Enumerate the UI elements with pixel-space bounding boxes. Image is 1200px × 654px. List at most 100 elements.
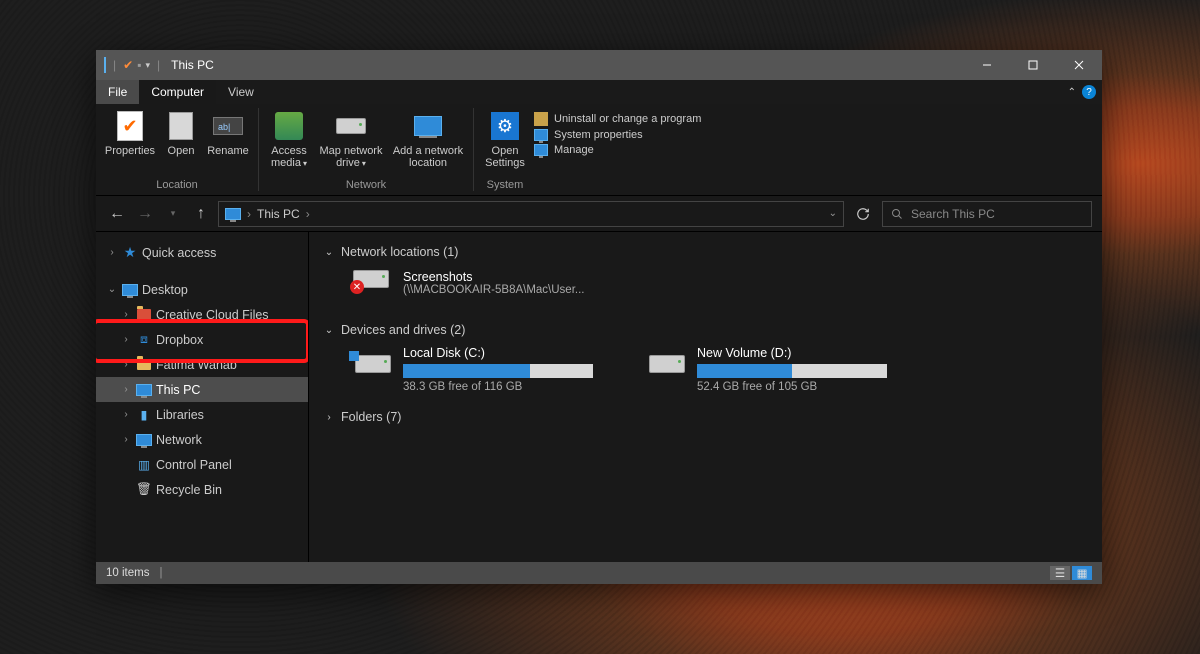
open-label: Open bbox=[168, 145, 195, 157]
properties-button[interactable]: ✔ Properties bbox=[102, 108, 158, 157]
chevron-right-icon[interactable]: › bbox=[120, 409, 132, 421]
chevron-right-icon[interactable]: › bbox=[120, 434, 132, 446]
folder-icon bbox=[136, 307, 152, 323]
refresh-button[interactable] bbox=[850, 201, 876, 227]
chevron-right-icon[interactable]: › bbox=[106, 247, 118, 259]
dropbox-icon: ⧈ bbox=[136, 332, 152, 348]
network-icon bbox=[136, 432, 152, 448]
recent-locations-button[interactable]: ▾ bbox=[162, 203, 184, 225]
chevron-right-icon[interactable]: › bbox=[120, 359, 132, 371]
map-network-drive-button[interactable]: Map network drive▾ bbox=[315, 108, 387, 170]
tab-view[interactable]: View bbox=[216, 80, 266, 104]
drive-usage-bar bbox=[697, 364, 887, 378]
app-icon bbox=[104, 58, 106, 72]
tab-computer[interactable]: Computer bbox=[139, 80, 216, 104]
chevron-right-icon[interactable]: › bbox=[120, 309, 132, 321]
manage-link[interactable]: Manage bbox=[534, 144, 701, 156]
open-settings-label: Open Settings bbox=[480, 145, 530, 169]
section-network-locations[interactable]: ⌄ Network locations (1) bbox=[323, 238, 1088, 266]
navigation-pane[interactable]: › ★ Quick access ⌄ Desktop › Creative Cl… bbox=[96, 232, 309, 562]
drive-name: Local Disk (C:) bbox=[403, 346, 593, 360]
properties-qat-icon[interactable]: ✔ bbox=[123, 58, 133, 72]
large-icons-view-button[interactable]: ▦ bbox=[1072, 566, 1092, 580]
user-folder-icon bbox=[136, 357, 152, 373]
minimize-button[interactable] bbox=[964, 50, 1010, 80]
search-placeholder: Search This PC bbox=[911, 207, 995, 221]
tree-item-network[interactable]: › Network bbox=[96, 427, 308, 452]
uninstall-program-link[interactable]: Uninstall or change a program bbox=[534, 112, 701, 126]
forward-button[interactable]: → bbox=[134, 203, 156, 225]
breadcrumb-this-pc[interactable]: This PC bbox=[257, 207, 310, 221]
section-title: Folders (7) bbox=[341, 410, 401, 424]
star-icon: ★ bbox=[122, 245, 138, 261]
up-button[interactable]: ↑ bbox=[190, 203, 212, 225]
close-button[interactable] bbox=[1056, 50, 1102, 80]
chevron-down-icon[interactable]: ⌄ bbox=[323, 324, 335, 336]
tree-item-recycle-bin[interactable]: › 🗑 Recycle Bin bbox=[96, 477, 308, 502]
ribbon-group-location: ✔ Properties Open ab| Rename Location bbox=[96, 104, 258, 195]
tree-item-libraries[interactable]: › ▮ Libraries bbox=[96, 402, 308, 427]
access-media-button[interactable]: Access media▾ bbox=[265, 108, 313, 170]
content-area[interactable]: ⌄ Network locations (1) ✕ Screenshots (\… bbox=[309, 232, 1102, 562]
chevron-down-icon[interactable]: ⌄ bbox=[323, 246, 335, 258]
open-settings-button[interactable]: ⚙ Open Settings bbox=[480, 108, 530, 169]
tree-item-label: Dropbox bbox=[156, 333, 203, 347]
drive-free-text: 38.3 GB free of 116 GB bbox=[403, 381, 593, 393]
sys-props-icon bbox=[534, 129, 548, 141]
details-view-button[interactable]: ☰ bbox=[1050, 566, 1070, 580]
computer-qat-icon[interactable]: ▪ bbox=[137, 58, 141, 72]
maximize-button[interactable] bbox=[1010, 50, 1056, 80]
chevron-right-icon[interactable]: › bbox=[120, 384, 132, 396]
ribbon-tabs: File Computer View ⌃ ? bbox=[96, 80, 1102, 104]
drive-c[interactable]: Local Disk (C:) 38.3 GB free of 116 GB bbox=[353, 346, 613, 393]
search-box[interactable]: Search This PC bbox=[882, 201, 1092, 227]
section-devices-drives[interactable]: ⌄ Devices and drives (2) bbox=[323, 316, 1088, 344]
tree-item-label: Network bbox=[156, 433, 202, 447]
drive-icon bbox=[647, 346, 687, 382]
address-dropdown-icon[interactable]: ⌄ bbox=[829, 208, 837, 219]
drive-d[interactable]: New Volume (D:) 52.4 GB free of 105 GB bbox=[647, 346, 907, 393]
tree-desktop[interactable]: ⌄ Desktop bbox=[96, 277, 308, 302]
chevron-right-icon[interactable]: › bbox=[323, 411, 335, 423]
network-location-item[interactable]: ✕ Screenshots (\\MACBOOKAIR-5B8A\Mac\Use… bbox=[323, 266, 1088, 316]
tree-quick-access-label: Quick access bbox=[142, 246, 216, 260]
back-button[interactable]: ← bbox=[106, 203, 128, 225]
ribbon-group-system: ⚙ Open Settings System Uninstall or chan… bbox=[474, 104, 711, 195]
rename-label: Rename bbox=[207, 145, 249, 157]
tree-item-creative-cloud[interactable]: › Creative Cloud Files bbox=[96, 302, 308, 327]
tree-quick-access[interactable]: › ★ Quick access bbox=[96, 240, 308, 265]
status-item-count: 10 items bbox=[106, 567, 149, 579]
system-properties-link[interactable]: System properties bbox=[534, 129, 701, 141]
file-menu[interactable]: File bbox=[96, 80, 139, 104]
tree-item-label: This PC bbox=[156, 383, 200, 397]
section-title: Devices and drives (2) bbox=[341, 323, 465, 337]
libraries-icon: ▮ bbox=[136, 407, 152, 423]
this-pc-icon bbox=[136, 382, 152, 398]
tree-desktop-label: Desktop bbox=[142, 283, 188, 297]
drive-usage-bar bbox=[403, 364, 593, 378]
section-title: Network locations (1) bbox=[341, 245, 458, 259]
tree-item-this-pc[interactable]: › This PC bbox=[96, 377, 308, 402]
drive-name: New Volume (D:) bbox=[697, 346, 887, 360]
section-folders[interactable]: › Folders (7) bbox=[323, 403, 1088, 431]
title-bar[interactable]: | ✔ ▪ ▾ | This PC bbox=[96, 50, 1102, 80]
address-icon bbox=[225, 208, 241, 220]
chevron-down-icon[interactable]: ⌄ bbox=[106, 284, 118, 296]
collapse-ribbon-icon[interactable]: ⌃ bbox=[1068, 87, 1076, 98]
rename-button[interactable]: ab| Rename bbox=[204, 108, 252, 157]
uninstall-icon bbox=[534, 112, 548, 126]
chevron-right-icon[interactable]: › bbox=[120, 334, 132, 346]
help-icon[interactable]: ? bbox=[1082, 85, 1096, 99]
navigation-bar: ← → ▾ ↑ › This PC ⌄ Search This PC bbox=[96, 196, 1102, 232]
tree-item-user-folder[interactable]: › Fatima Wahab bbox=[96, 352, 308, 377]
ribbon: ✔ Properties Open ab| Rename Location bbox=[96, 104, 1102, 196]
window-title: This PC bbox=[163, 58, 214, 72]
status-bar: 10 items | ☰ ▦ bbox=[96, 562, 1102, 584]
tree-item-control-panel[interactable]: › ▥ Control Panel bbox=[96, 452, 308, 477]
network-location-name: Screenshots bbox=[403, 270, 584, 284]
address-bar[interactable]: › This PC ⌄ bbox=[218, 201, 844, 227]
tree-item-dropbox[interactable]: › ⧈ Dropbox bbox=[96, 327, 308, 352]
add-network-location-button[interactable]: Add a network location bbox=[389, 108, 467, 169]
open-button[interactable]: Open bbox=[160, 108, 202, 157]
ribbon-group-location-label: Location bbox=[156, 179, 198, 193]
